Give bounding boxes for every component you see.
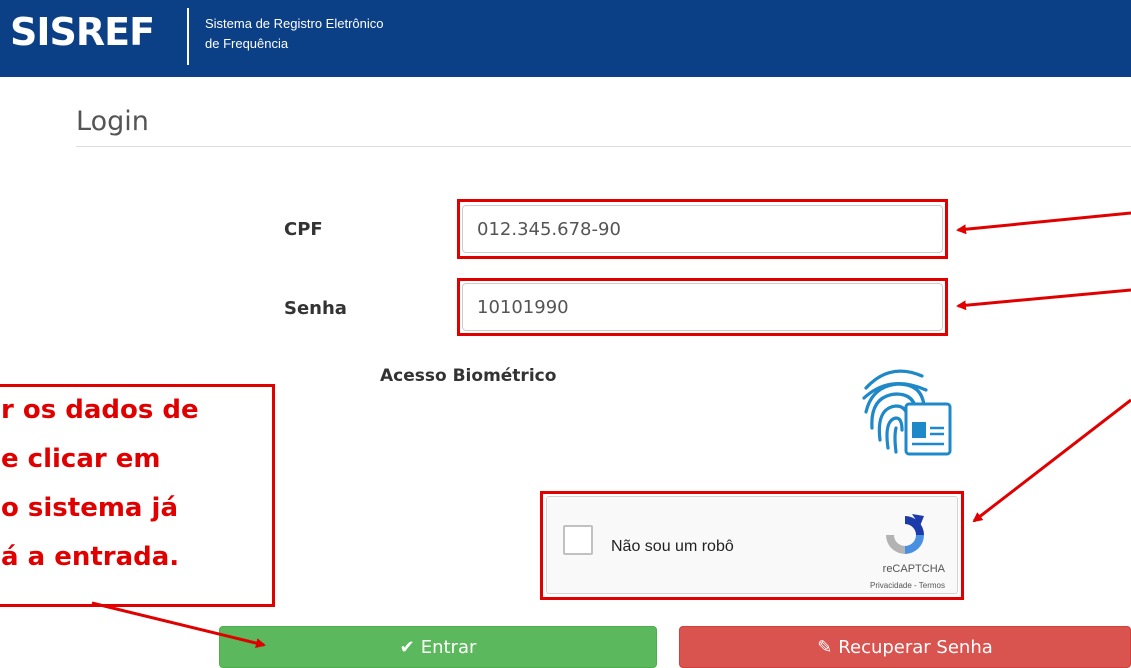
arrow-to-entrar	[91, 601, 266, 648]
annotation-arrows	[91, 211, 1131, 648]
arrow-to-cpf	[956, 211, 1131, 235]
arrow-to-captcha	[972, 398, 1131, 523]
arrow-to-senha	[956, 288, 1131, 311]
